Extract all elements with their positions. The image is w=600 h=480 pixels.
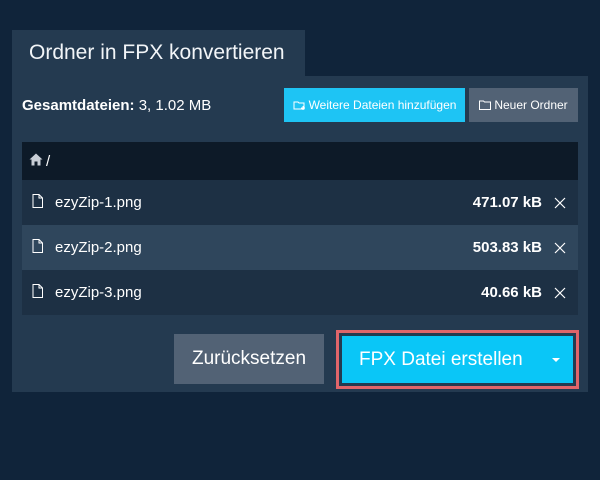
summary-label: Gesamtdateien: [22,97,135,114]
path-breadcrumb[interactable]: / [22,142,578,180]
create-fpx-button[interactable]: FPX Datei erstellen [342,336,573,383]
file-name: ezyZip-2.png [55,239,142,256]
file-icon [32,238,43,257]
file-name: ezyZip-1.png [55,194,142,211]
file-size: 40.66 kB [481,284,542,301]
file-icon [32,193,43,212]
close-icon[interactable] [554,197,566,209]
create-fpx-label: FPX Datei erstellen [359,348,523,370]
add-files-label: Weitere Dateien hinzufügen [308,98,457,112]
caret-down-icon[interactable] [552,357,560,362]
folder-icon [479,100,492,110]
file-icon [32,283,43,302]
home-icon[interactable] [29,153,43,170]
file-name: ezyZip-3.png [55,284,142,301]
summary-value: 3, 1.02 MB [138,97,212,114]
file-row[interactable]: ezyZip-1.png 471.07 kB [22,180,578,225]
converter-panel: Gesamtdateien: 3, 1.02 MB Weitere Dateie… [12,76,588,392]
new-folder-button[interactable]: Neuer Ordner [469,88,578,122]
file-summary: Gesamtdateien: 3, 1.02 MB [22,97,211,114]
close-icon[interactable] [554,287,566,299]
tab-title: Ordner in FPX konvertieren [29,41,285,64]
path-label: / [46,152,51,170]
new-folder-label: Neuer Ordner [494,98,568,112]
file-size: 503.83 kB [472,239,542,256]
close-icon[interactable] [554,242,566,254]
file-size: 471.07 kB [472,194,542,211]
create-button-highlight: FPX Datei erstellen [336,330,579,389]
file-row[interactable]: ezyZip-3.png 40.66 kB [22,270,578,315]
reset-button[interactable]: Zurücksetzen [174,334,324,384]
tab-convert-folder: Ordner in FPX konvertieren [12,30,305,76]
file-row[interactable]: ezyZip-2.png 503.83 kB [22,225,578,270]
add-files-icon [293,100,306,111]
add-files-button[interactable]: Weitere Dateien hinzufügen [284,88,465,122]
file-list: / ezyZip-1.png 471.07 kB ezyZip-2.png 50… [22,142,578,315]
